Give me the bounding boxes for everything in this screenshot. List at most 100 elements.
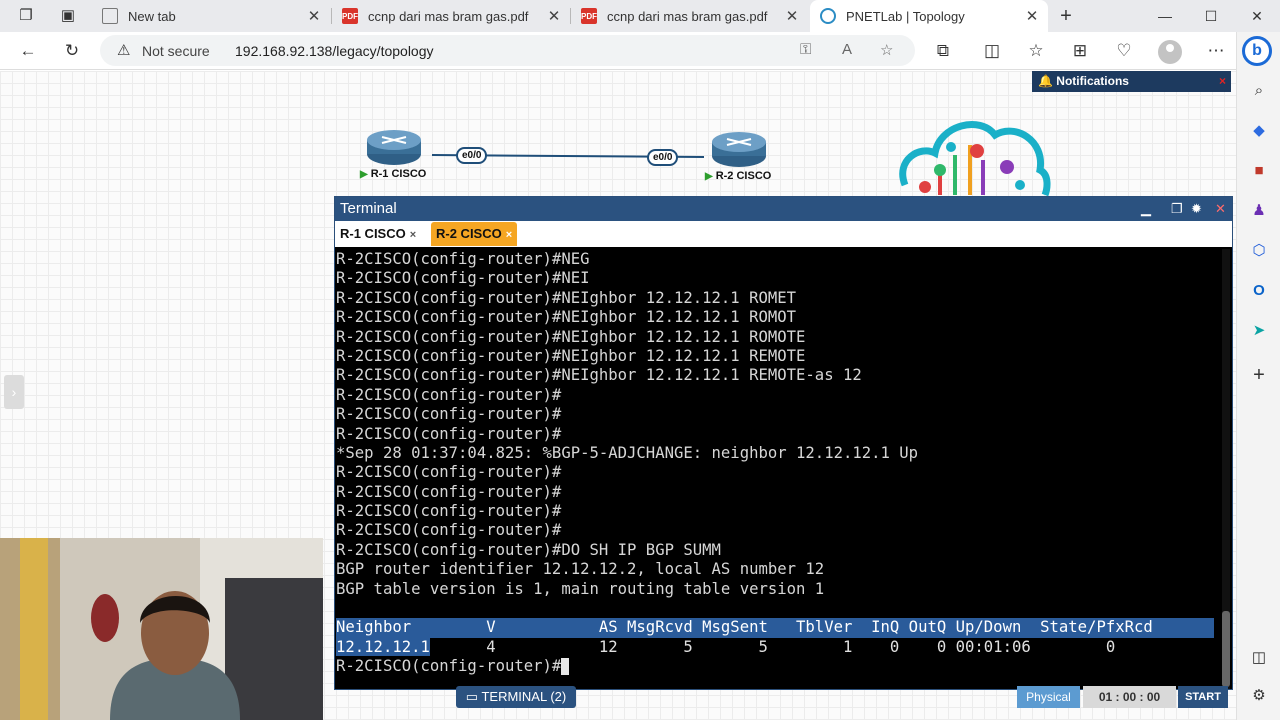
terminal-line: R-2CISCO(config-router)# [336,482,562,501]
router-icon [712,132,766,167]
notifications-close-icon[interactable]: × [1219,71,1226,92]
tab-title: PNETLab | Topology [846,8,965,24]
tab-title: New tab [128,8,176,24]
office-icon[interactable]: ⬡ [1247,239,1271,263]
terminal-line: BGP table version is 1, main routing tab… [336,579,825,598]
port-label-r2[interactable]: e0/0 [647,149,679,166]
webcam-person-image [0,538,323,720]
terminal-line: R-2CISCO(config-router)# [336,463,562,482]
text-cursor [561,658,570,676]
terminal-tab-label: R-2 CISCO [436,226,502,241]
port-label-r1[interactable]: e0/0 [456,147,488,164]
terminal-scrollbar[interactable] [1222,249,1230,689]
extensions-icon[interactable]: ⧉ [931,39,955,63]
notifications-bar[interactable]: 🔔 Notifications × [1032,71,1231,92]
terminal-tab-close-icon[interactable]: × [506,229,512,241]
more-menu-icon[interactable]: ⋯ [1204,39,1228,63]
running-status-icon: ▶ [360,169,368,180]
terminal-restore-icon[interactable]: ❐ [1171,197,1183,221]
start-button[interactable]: START [1178,686,1228,708]
notifications-label: Notifications [1056,74,1129,88]
tab-title: ccnp dari mas bram gas.pdf [368,8,529,24]
terminal-line: R-2CISCO(config-router)#NEI [336,269,590,288]
split-screen-icon[interactable]: ◫ [980,39,1004,63]
lab-timer: 01 : 00 : 00 [1083,686,1176,708]
warning-icon[interactable]: ⚠ [117,41,130,59]
terminal-line: R-2CISCO(config-router)#NEIghbor 12.12.1… [336,327,806,346]
router-node-r1[interactable]: ▶ R-1 CISCO [360,128,430,180]
terminal-line: R-2CISCO(config-router)#NEIghbor 12.12.1… [336,308,797,327]
neighbor-stats: 4 12 5 5 1 0 0 00:01:06 0 [429,637,1116,656]
terminal-tab-close-icon[interactable]: × [410,229,416,241]
new-tab-button[interactable]: + [1054,4,1078,28]
collections-icon[interactable]: ⊞ [1068,39,1092,63]
neighbor-address: 12.12.12.1 [336,637,430,656]
terminal-minimize-icon[interactable]: ▁ [1141,197,1151,221]
terminal-line: R-2CISCO(config-router)# [336,424,562,443]
tab-pdf-1[interactable]: PDF ccnp dari mas bram gas.pdf ✕ [332,0,570,32]
refresh-icon[interactable]: ↻ [60,39,84,63]
running-status-icon: ▶ [705,171,713,182]
tab-title: ccnp dari mas bram gas.pdf [607,8,768,24]
tab-new-tab[interactable]: New tab ✕ [92,0,330,32]
terminal-settings-gear-icon[interactable]: ✹ [1191,197,1202,221]
tab-actions-icon[interactable]: ▣ [56,4,80,28]
bgp-summary-row: 12.12.12.1 4 12 5 5 1 0 0 00:01:06 0 [336,637,1221,657]
close-tab-icon[interactable]: ✕ [1022,7,1042,25]
terminal-title-bar[interactable]: Terminal ▁ ❐ ✹ ✕ [335,197,1232,221]
shopping-tag-icon[interactable]: ◆ [1247,119,1271,143]
minimize-window-icon[interactable]: — [1142,0,1188,32]
prompt-text: R-2CISCO(config-router)# [336,657,562,676]
read-aloud-icon[interactable]: A [842,41,852,58]
search-icon[interactable]: ⌕ [1247,79,1271,103]
edge-sidebar: ⌕ ◆ ■ ♟ ⬡ O ➤ + ◫ ⚙ [1236,32,1280,720]
close-tab-icon[interactable]: ✕ [544,7,564,25]
tab-pdf-2[interactable]: PDF ccnp dari mas bram gas.pdf ✕ [571,0,808,32]
address-bar[interactable]: ⚠ Not secure 192.168.92.138/legacy/topol… [100,35,915,66]
terminal-output[interactable]: R-2CISCO(config-router)#NEG R-2CISCO(conf… [336,250,1221,688]
terminal-window[interactable]: Terminal ▁ ❐ ✹ ✕ R-1 CISCO × R-2 CISCO × R… [334,196,1233,690]
browser-essentials-icon[interactable]: ♡ [1112,39,1136,63]
key-icon[interactable]: ⚿ [800,41,811,58]
favorite-star-icon[interactable]: ☆ [880,41,893,59]
terminal-tab-r1[interactable]: R-1 CISCO × [335,222,421,246]
terminal-dock-button[interactable]: ▭ TERMINAL (2) [456,686,576,708]
profile-avatar[interactable] [1158,40,1182,64]
maximize-window-icon[interactable]: ☐ [1188,0,1234,32]
favorites-icon[interactable]: ☆ [1024,39,1048,63]
tools-icon[interactable]: ■ [1247,159,1271,183]
physical-button[interactable]: Physical [1017,686,1080,708]
node-label: ▶ R-1 CISCO [360,168,426,180]
terminal-tab-r2[interactable]: R-2 CISCO × [431,222,518,246]
sidebar-toggle-chevron-icon[interactable]: › [4,375,24,409]
close-tab-icon[interactable]: ✕ [304,7,324,25]
outlook-icon[interactable]: O [1247,279,1271,303]
security-label[interactable]: Not secure [142,43,210,59]
terminal-line: R-2CISCO(config-router)#NEIghbor 12.12.1… [336,346,806,365]
router-node-r2[interactable]: ▶ R-2 CISCO [705,130,775,182]
terminal-title: Terminal [340,200,397,217]
tab-pnetlab[interactable]: PNETLab | Topology ✕ [810,0,1048,32]
browser-toolbar: ← ↻ ⚠ Not secure 192.168.92.138/legacy/t… [0,32,1236,70]
screen: ❐ ▣ New tab ✕ PDF ccnp dari mas bram gas… [0,0,1280,720]
terminal-line: BGP router identifier 12.12.12.2, local … [336,560,825,579]
router-icon [367,130,421,165]
add-sidebar-app-icon[interactable]: + [1247,363,1271,387]
back-icon[interactable]: ← [16,39,40,63]
terminal-line: R-2CISCO(config-router)# [336,385,562,404]
pdf-icon: PDF [342,8,358,24]
close-tab-icon[interactable]: ✕ [782,7,802,25]
url-text[interactable]: 192.168.92.138/legacy/topology [235,43,434,59]
hide-sidebar-icon[interactable]: ◫ [1247,646,1271,670]
close-window-icon[interactable]: ✕ [1234,0,1280,32]
bing-copilot-icon[interactable]: b [1242,36,1272,66]
node-label: ▶ R-2 CISCO [705,170,771,182]
games-icon[interactable]: ♟ [1247,199,1271,223]
terminal-line: *Sep 28 01:37:04.825: %BGP-5-ADJCHANGE: … [336,443,919,462]
workspaces-icon[interactable]: ❐ [14,4,38,28]
terminal-close-icon[interactable]: ✕ [1215,197,1226,221]
settings-gear-icon[interactable]: ⚙ [1247,684,1271,708]
scrollbar-thumb[interactable] [1222,611,1230,687]
send-icon[interactable]: ➤ [1247,319,1271,343]
